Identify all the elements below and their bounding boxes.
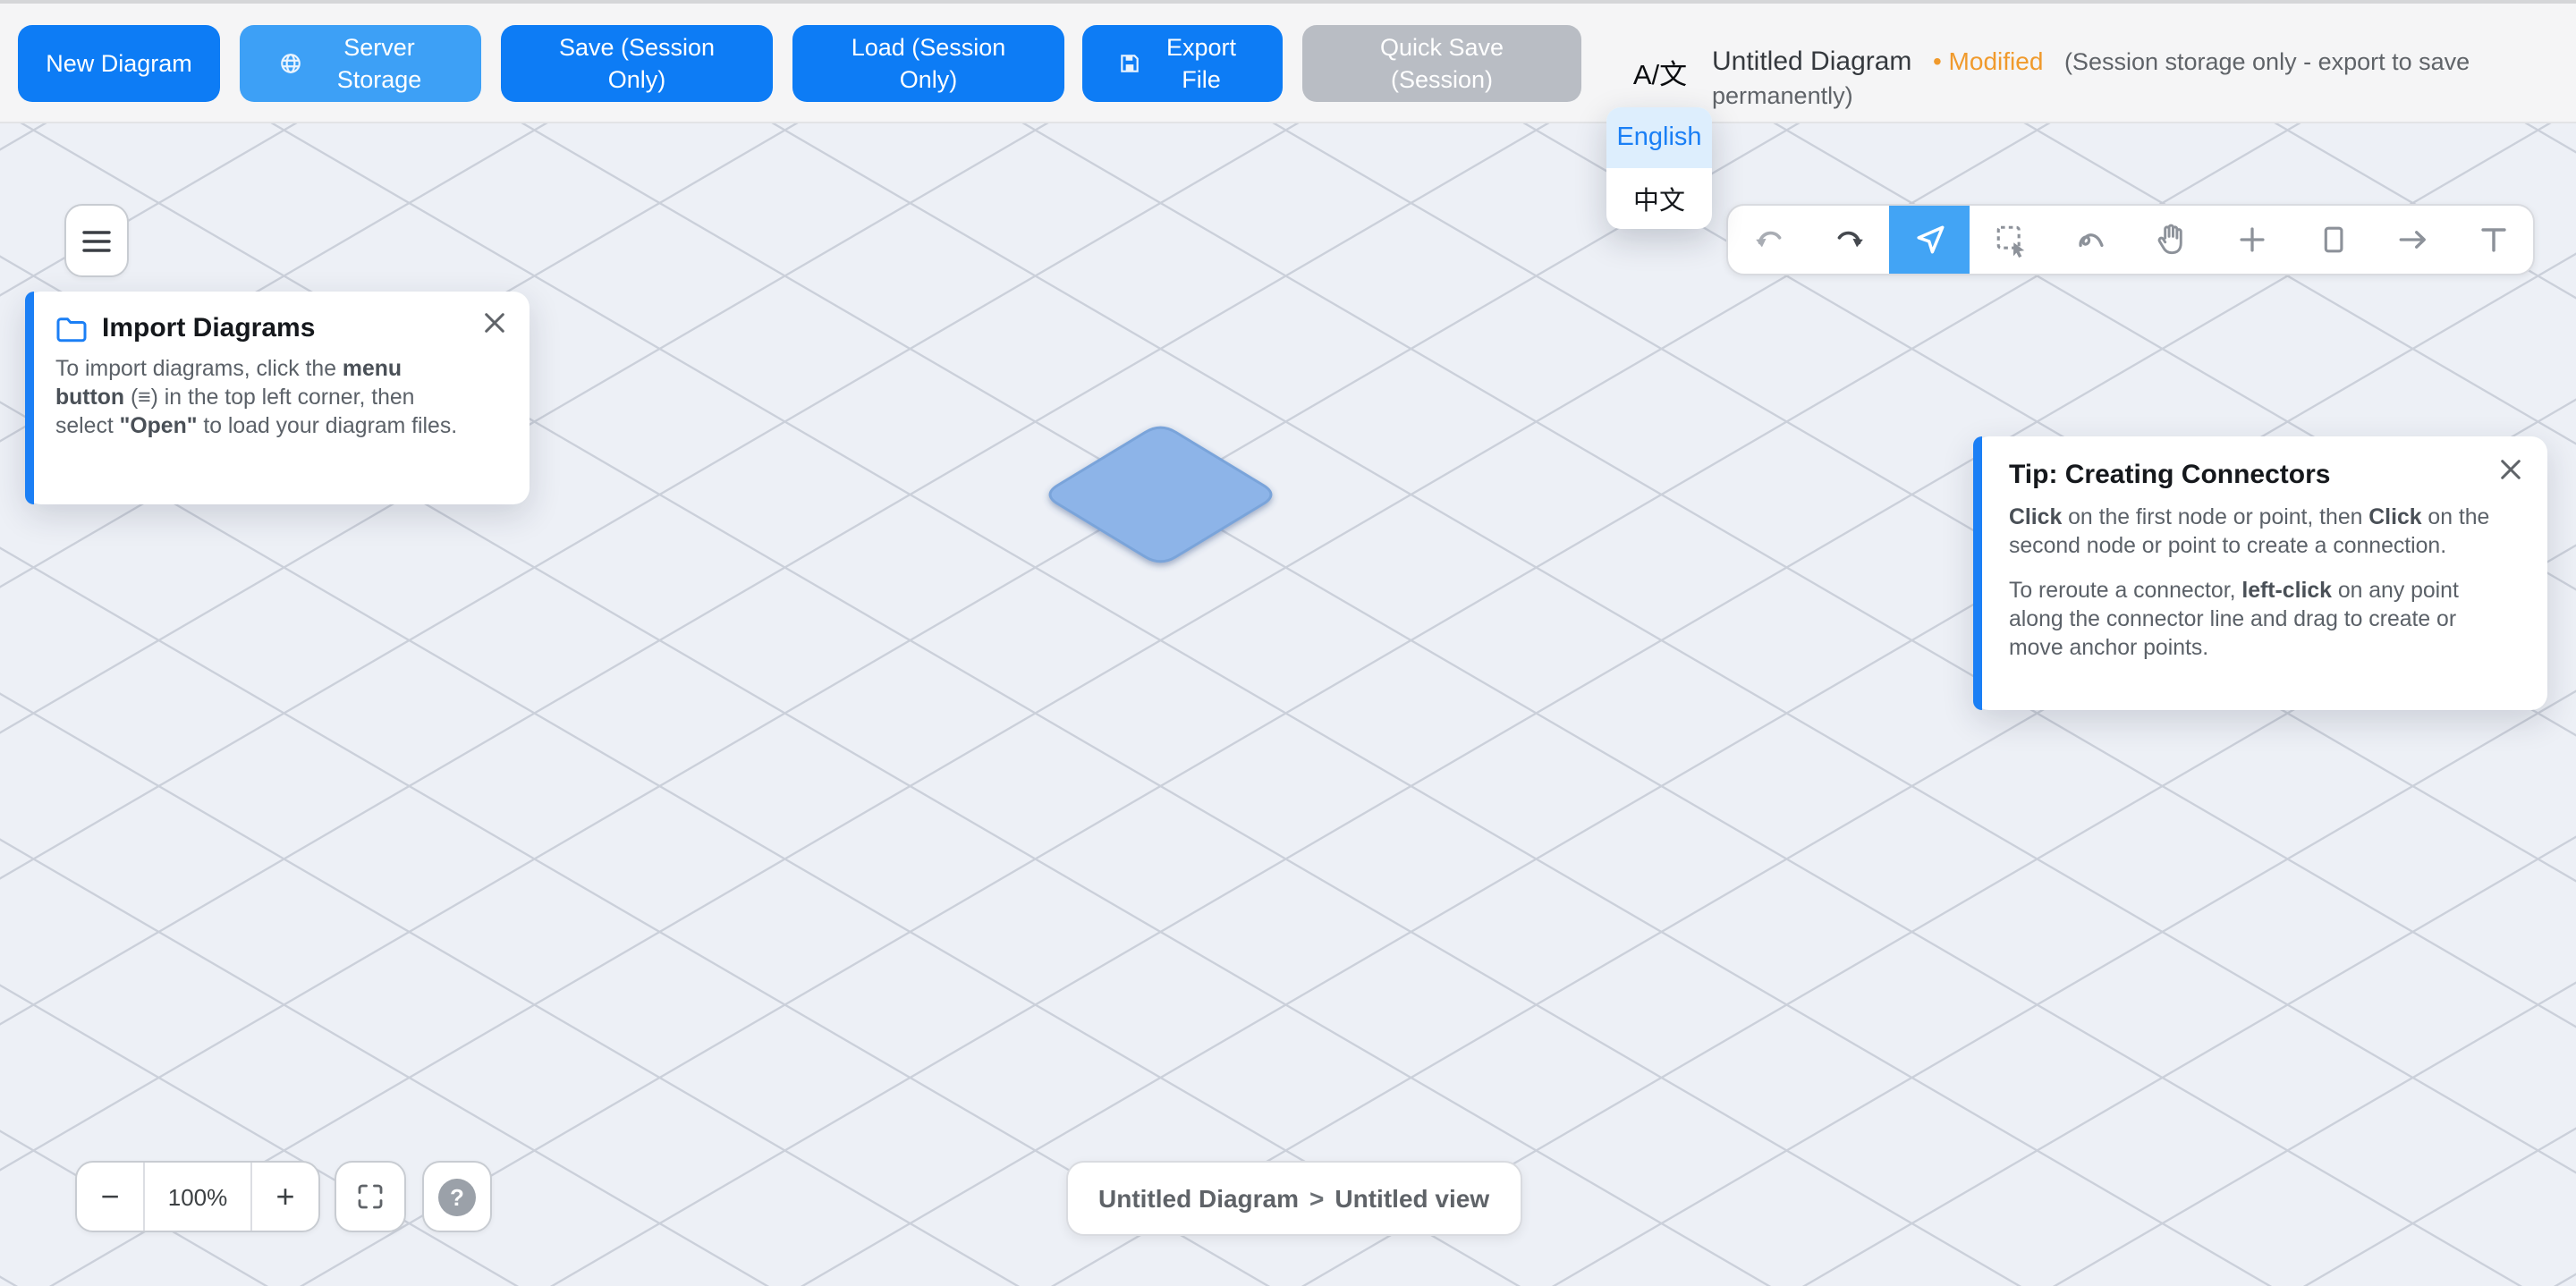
hand-icon <box>2151 220 2190 259</box>
scribble-tool-button[interactable] <box>2050 206 2131 274</box>
text-icon <box>2473 220 2512 259</box>
import-diagrams-card: Import Diagrams To import diagrams, clic… <box>25 292 530 504</box>
breadcrumb-view: Untitled view <box>1335 1184 1489 1213</box>
marquee-select-icon <box>1990 220 2029 259</box>
import-card-title: Import Diagrams <box>102 313 315 343</box>
new-diagram-label: New Diagram <box>46 47 192 80</box>
tip-card-close-button[interactable] <box>2499 458 2522 481</box>
zoom-in-button[interactable]: + <box>252 1163 318 1231</box>
close-icon <box>483 311 506 334</box>
language-menu: English 中文 <box>1606 107 1712 229</box>
export-file-label: Export File <box>1155 31 1248 95</box>
quick-save-label: Quick Save (Session) <box>1361 31 1522 95</box>
server-storage-button[interactable]: Server Storage <box>240 25 481 102</box>
redo-icon <box>1829 220 1868 259</box>
select-tool-button[interactable] <box>1889 206 1970 274</box>
rectangle-icon <box>2312 220 2351 259</box>
save-session-label: Save (Session Only) <box>538 31 735 95</box>
tip-card-paragraph-1: Click on the first node or point, then C… <box>2009 504 2513 562</box>
breadcrumb[interactable]: Untitled Diagram > Untitled view <box>1066 1161 1521 1236</box>
plus-icon <box>2232 220 2271 259</box>
pan-tool-button[interactable] <box>2131 206 2211 274</box>
tip-connectors-card: Tip: Creating Connectors Click on the fi… <box>1973 436 2547 710</box>
navigation-cursor-icon <box>1910 220 1949 259</box>
help-icon: ? <box>438 1178 476 1215</box>
load-session-button[interactable]: Load (Session Only) <box>792 25 1064 102</box>
arrow-right-icon <box>2393 220 2432 259</box>
language-option-english[interactable]: English <box>1606 107 1712 168</box>
document-title: Untitled Diagram <box>1712 47 1911 77</box>
import-card-body: To import diagrams, click the menu butto… <box>55 356 460 441</box>
globe-icon <box>279 52 302 75</box>
app: New Diagram Server Storage Save (Session… <box>0 0 2576 1286</box>
export-file-button[interactable]: Export File <box>1082 25 1283 102</box>
fit-view-button[interactable] <box>335 1161 406 1232</box>
connector-tool-button[interactable] <box>2372 206 2453 274</box>
floppy-icon <box>1117 52 1140 75</box>
header: New Diagram Server Storage Save (Session… <box>0 0 2576 123</box>
scribble-icon <box>2071 220 2110 259</box>
zoom-out-button[interactable]: − <box>77 1163 143 1231</box>
import-card-close-button[interactable] <box>483 311 506 334</box>
language-toggle-button[interactable]: A/文 <box>1619 54 1701 93</box>
accent-bar <box>1973 436 1982 710</box>
server-storage-label: Server Storage <box>317 31 442 95</box>
save-session-button[interactable]: Save (Session Only) <box>501 25 773 102</box>
tip-card-paragraph-2: To reroute a connector, left-click on an… <box>2009 578 2513 663</box>
breadcrumb-diagram: Untitled Diagram <box>1098 1184 1299 1213</box>
hamburger-icon <box>80 228 113 253</box>
marquee-select-tool-button[interactable] <box>1970 206 2050 274</box>
document-title-area: Untitled Diagram • Modified (Session sto… <box>1712 45 2576 113</box>
new-diagram-button[interactable]: New Diagram <box>18 25 220 102</box>
accent-bar <box>25 292 34 504</box>
text-tool-button[interactable] <box>2453 206 2533 274</box>
folder-icon <box>55 314 88 343</box>
redo-button[interactable] <box>1809 206 1889 274</box>
tip-card-title: Tip: Creating Connectors <box>2009 460 2519 490</box>
breadcrumb-separator: > <box>1309 1184 1324 1213</box>
tool-palette <box>1726 204 2535 275</box>
undo-button[interactable] <box>1728 206 1809 274</box>
close-icon <box>2499 458 2522 481</box>
zoom-controls: − 100% + <box>75 1161 320 1232</box>
quick-save-button[interactable]: Quick Save (Session) <box>1302 25 1581 102</box>
undo-icon <box>1749 220 1788 259</box>
add-node-tool-button[interactable] <box>2211 206 2292 274</box>
fullscreen-icon <box>354 1180 386 1213</box>
zoom-level: 100% <box>143 1163 252 1231</box>
rectangle-tool-button[interactable] <box>2292 206 2372 274</box>
load-session-label: Load (Session Only) <box>830 31 1027 95</box>
language-option-chinese[interactable]: 中文 <box>1606 168 1712 229</box>
help-button[interactable]: ? <box>422 1161 492 1232</box>
menu-button[interactable] <box>64 204 129 277</box>
modified-badge: • Modified <box>1933 47 2043 75</box>
